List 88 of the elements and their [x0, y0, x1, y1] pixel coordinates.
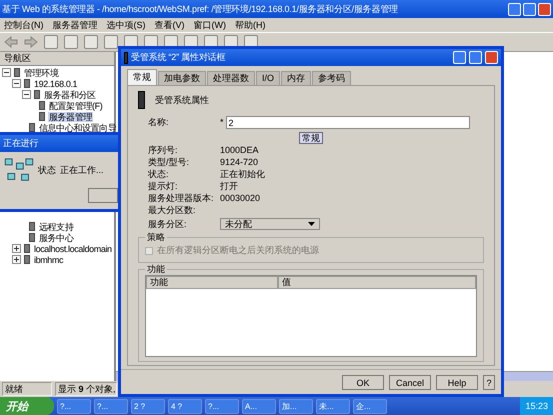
- property-value: 9124-720: [220, 157, 258, 168]
- taskbar-button[interactable]: 加...: [279, 398, 313, 414]
- property-label: 提示灯:: [148, 181, 179, 192]
- status-text: 就绪: [2, 382, 52, 396]
- close-button[interactable]: [538, 2, 551, 16]
- property-label: 最大分区数:: [148, 205, 197, 216]
- taskbar-button[interactable]: 未...: [316, 398, 350, 414]
- expand-toggle[interactable]: [12, 244, 21, 253]
- toolbar-icon[interactable]: [64, 35, 78, 49]
- property-value: 1000DEA: [220, 145, 259, 156]
- property-label: 服务分区:: [148, 218, 188, 230]
- property-label: 服务处理器版本:: [148, 193, 215, 204]
- maximize-button[interactable]: [523, 2, 536, 16]
- checkbox-label: 在所有逻辑分区断电之后关闭系统的电源: [157, 245, 319, 256]
- tree-item[interactable]: ibmhmc: [33, 254, 64, 264]
- group-title: 策略: [146, 232, 166, 243]
- tree-item[interactable]: 信息中心和设置向导: [38, 122, 118, 132]
- clock: 15:23: [525, 401, 548, 411]
- collapse-toggle[interactable]: [12, 79, 21, 88]
- window-title: 受管系统 “2” 属性对话框: [131, 51, 226, 64]
- name-field[interactable]: 2: [226, 116, 470, 129]
- taskbar-button[interactable]: 企...: [353, 398, 387, 414]
- window-title: 基于 Web 的系统管理器 - /home/hscroot/WebSM.pref: /管理环境/192.168.0.1/服务器和分区/服务器管理: [2, 2, 399, 16]
- object-count: 显示 9 个对象,: [55, 382, 117, 396]
- expand-toggle[interactable]: [12, 255, 21, 264]
- menu-item[interactable]: 查看(V): [154, 18, 184, 32]
- tree-item[interactable]: 远程支持: [38, 222, 74, 232]
- property-value: 正在初始化: [220, 169, 265, 180]
- status-label: 状态: [38, 164, 56, 176]
- property-label: 类型/型号:: [148, 157, 190, 168]
- collapse-toggle[interactable]: [22, 90, 31, 99]
- general-button[interactable]: 常规: [299, 132, 323, 144]
- property-label: 状态:: [148, 169, 170, 180]
- tab[interactable]: 参考码: [312, 71, 352, 85]
- dialog-button[interactable]: ?: [483, 375, 495, 390]
- start-button[interactable]: 开始: [0, 397, 54, 415]
- menu-item[interactable]: 服务器管理: [52, 18, 98, 32]
- menu-item[interactable]: 窗口(W): [194, 18, 226, 32]
- network-icon: [4, 158, 34, 182]
- tree-item[interactable]: 服务器管理: [48, 112, 94, 122]
- caret-icon: [308, 222, 315, 226]
- tab[interactable]: 加电参数: [158, 71, 206, 85]
- maximize-button[interactable]: [469, 51, 482, 64]
- dialog-button[interactable]: OK: [342, 375, 384, 390]
- minimize-button[interactable]: [453, 51, 466, 64]
- tree-item[interactable]: 管理环境: [23, 68, 60, 78]
- window-title: 正在进行: [3, 137, 40, 150]
- section-heading: 受管系统属性: [155, 94, 209, 106]
- tree-item[interactable]: localhost.localdomain: [33, 244, 113, 254]
- tab[interactable]: 常规: [127, 69, 157, 85]
- toolbar-icon[interactable]: [44, 35, 58, 49]
- tab[interactable]: 处理器数: [207, 71, 255, 85]
- taskbar-button[interactable]: 4 ?: [168, 398, 202, 414]
- column-header[interactable]: 值: [278, 276, 476, 289]
- taskbar-button[interactable]: 2 ?: [131, 398, 165, 414]
- taskbar-button[interactable]: ?...: [205, 398, 239, 414]
- menu-item[interactable]: 选中项(S): [106, 18, 146, 32]
- menu-item[interactable]: 帮助(H): [235, 18, 266, 32]
- status-value: 正在工作...: [60, 164, 104, 176]
- tree-item[interactable]: 192.168.0.1: [33, 78, 78, 88]
- taskbar-button[interactable]: A...: [242, 398, 276, 414]
- menu-item[interactable]: 控制台(N): [4, 18, 44, 32]
- tree-item[interactable]: 服务器和分区: [43, 90, 97, 100]
- dialog-button[interactable]: Cancel: [389, 375, 431, 390]
- property-value: 打开: [220, 181, 238, 192]
- property-label: 序列号:: [148, 145, 179, 156]
- tab[interactable]: 内存: [281, 71, 312, 85]
- dialog-button[interactable]: Help: [436, 375, 478, 390]
- close-button[interactable]: [485, 51, 498, 64]
- collapse-toggle[interactable]: [2, 68, 11, 77]
- property-value: 00030020: [220, 193, 260, 204]
- pane-title: 导航区: [0, 52, 114, 66]
- field-label: 名称:: [148, 117, 170, 128]
- toolbar-icon[interactable]: [84, 35, 98, 49]
- tree-item[interactable]: 服务中心: [38, 232, 74, 242]
- tree-item[interactable]: 配置架管理(F): [48, 100, 104, 110]
- partition-dropdown[interactable]: 未分配: [220, 218, 320, 230]
- server-icon: [124, 52, 128, 64]
- dialog-button[interactable]: [88, 188, 118, 203]
- tab[interactable]: I/O: [256, 71, 280, 85]
- minimize-button[interactable]: [508, 2, 521, 16]
- group-title: 功能: [146, 264, 166, 275]
- toolbar-icon[interactable]: [104, 35, 118, 49]
- server-icon: [138, 91, 145, 109]
- taskbar-button[interactable]: ?...: [94, 398, 128, 414]
- required-mark: *: [220, 117, 224, 128]
- taskbar-button[interactable]: ?...: [57, 398, 91, 414]
- column-header[interactable]: 功能: [146, 276, 278, 289]
